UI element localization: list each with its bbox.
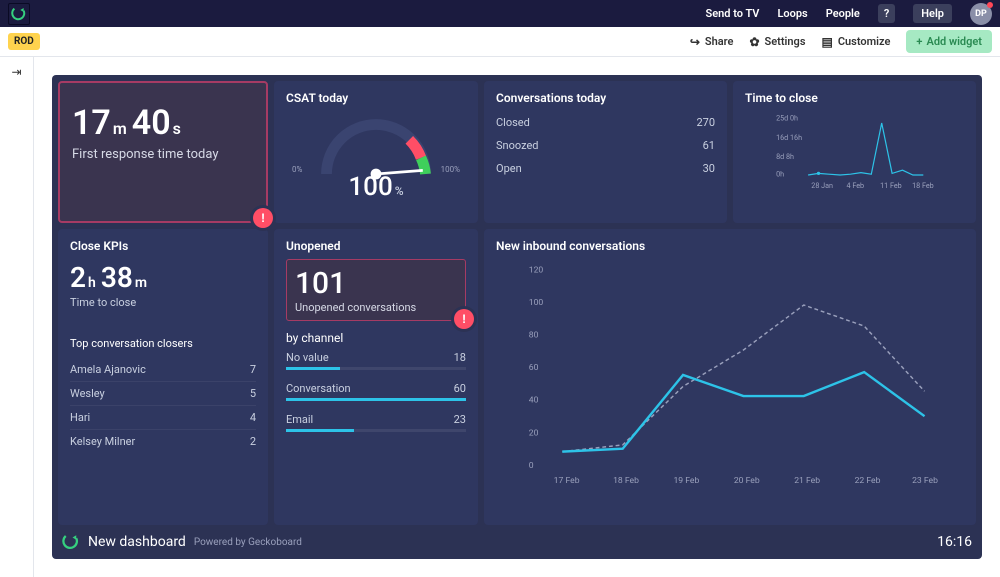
left-rail: ⇥ bbox=[0, 57, 34, 577]
svg-text:23 Feb: 23 Feb bbox=[912, 476, 938, 486]
dashboard-footer: New dashboard Powered by Geckoboard 16:1… bbox=[58, 531, 976, 553]
workspace-badge[interactable]: ROD bbox=[8, 33, 40, 50]
channel-bar: Email23 bbox=[286, 413, 466, 432]
closer-row: Kelsey Milner2 bbox=[70, 430, 256, 453]
svg-text:18 Feb: 18 Feb bbox=[613, 476, 639, 486]
closer-row: Hari4 bbox=[70, 406, 256, 430]
add-widget-button[interactable]: + Add widget bbox=[906, 30, 992, 53]
dashboard-name: New dashboard bbox=[88, 534, 186, 550]
layout-icon: ▤ bbox=[821, 35, 832, 49]
dashboard: 17 m 40 s First response time today ! CS… bbox=[52, 75, 982, 559]
svg-text:0: 0 bbox=[529, 461, 534, 471]
card-conversations-today[interactable]: Conversations today Closed270 Snoozed61 … bbox=[484, 81, 727, 223]
gear-icon: ✿ bbox=[749, 35, 759, 49]
app-logo[interactable] bbox=[8, 3, 30, 25]
add-widget-label: Add widget bbox=[926, 35, 982, 48]
plus-icon: + bbox=[916, 35, 922, 48]
stat-row: Closed270 bbox=[496, 111, 715, 134]
kpi-title: Close KPIs bbox=[70, 239, 256, 253]
nav-people[interactable]: People bbox=[826, 7, 860, 20]
alert-icon: ! bbox=[253, 208, 273, 228]
card-new-inbound[interactable]: New inbound conversations 120 100 80 60 … bbox=[484, 229, 976, 525]
avatar[interactable]: DP bbox=[970, 3, 992, 25]
svg-text:80: 80 bbox=[529, 331, 539, 341]
svg-text:100: 100 bbox=[529, 298, 544, 308]
svg-text:18 Feb: 18 Feb bbox=[912, 181, 934, 190]
customize-button[interactable]: ▤ Customize bbox=[821, 35, 890, 49]
share-label: Share bbox=[705, 35, 734, 48]
settings-label: Settings bbox=[765, 35, 806, 48]
channel-bar: No value18 bbox=[286, 351, 466, 370]
csat-value: 100 bbox=[348, 172, 392, 202]
svg-text:17 Feb: 17 Feb bbox=[554, 476, 580, 486]
csat-title: CSAT today bbox=[286, 91, 466, 105]
kpi-hours: 2 bbox=[70, 261, 86, 294]
unop-subtitle: Unopened conversations bbox=[295, 301, 457, 314]
geckoboard-logo-icon bbox=[62, 533, 80, 551]
toolbar: ROD ↪ Share ✿ Settings ▤ Customize + Add… bbox=[0, 27, 1000, 57]
card-time-to-close-mini[interactable]: Time to close 25d 0h 16d 16h 8d 8h 0h 28… bbox=[733, 81, 976, 223]
card-first-response-time[interactable]: 17 m 40 s First response time today ! bbox=[58, 81, 268, 223]
svg-text:0h: 0h bbox=[776, 170, 784, 179]
svg-text:20 Feb: 20 Feb bbox=[734, 476, 760, 486]
card-csat[interactable]: CSAT today 0% 100% bbox=[274, 81, 478, 223]
ttc-mini-chart: 25d 0h 16d 16h 8d 8h 0h 28 Jan 4 Feb 11 … bbox=[745, 111, 964, 191]
svg-text:25d 0h: 25d 0h bbox=[776, 114, 798, 123]
unop-title: Unopened bbox=[286, 239, 466, 253]
topbar: Send to TV Loops People ? Help DP bbox=[0, 0, 1000, 27]
svg-text:4 Feb: 4 Feb bbox=[847, 181, 865, 190]
frt-value-seconds: 40 bbox=[132, 103, 171, 143]
inbound-title: New inbound conversations bbox=[496, 239, 964, 253]
closer-row: Wesley5 bbox=[70, 382, 256, 406]
frt-unit-minutes: m bbox=[113, 119, 127, 138]
stat-row: Snoozed61 bbox=[496, 134, 715, 157]
svg-text:21 Feb: 21 Feb bbox=[794, 476, 820, 486]
svg-text:22 Feb: 22 Feb bbox=[855, 476, 881, 486]
frt-unit-seconds: s bbox=[173, 119, 181, 138]
ttc-title: Time to close bbox=[745, 91, 964, 105]
powered-by: Powered by Geckoboard bbox=[194, 537, 302, 548]
card-unopened[interactable]: Unopened 101 Unopened conversations ! by… bbox=[274, 229, 478, 525]
unop-value: 101 bbox=[295, 266, 457, 301]
frt-value-minutes: 17 bbox=[72, 103, 111, 143]
card-close-kpis[interactable]: Close KPIs 2 h 38 m Time to close Top co… bbox=[58, 229, 268, 525]
kpi-minutes: 38 bbox=[101, 261, 133, 294]
channel-bar: Conversation60 bbox=[286, 382, 466, 401]
share-icon: ↪ bbox=[690, 35, 700, 49]
expand-rail-icon[interactable]: ⇥ bbox=[11, 65, 21, 79]
svg-text:20: 20 bbox=[529, 428, 539, 438]
svg-text:40: 40 bbox=[529, 396, 539, 406]
help-button[interactable]: Help bbox=[913, 4, 952, 23]
clock: 16:16 bbox=[937, 534, 972, 550]
help-question-button[interactable]: ? bbox=[878, 4, 895, 23]
svg-text:19 Feb: 19 Feb bbox=[673, 476, 699, 486]
settings-button[interactable]: ✿ Settings bbox=[749, 35, 805, 49]
share-button[interactable]: ↪ Share bbox=[690, 35, 734, 49]
closer-row: Amela Ajanovic7 bbox=[70, 358, 256, 382]
inbound-chart: 120 100 80 60 40 20 0 17 Feb 18 Feb 19 F bbox=[496, 259, 964, 489]
svg-text:8d 8h: 8d 8h bbox=[776, 152, 794, 161]
csat-unit: % bbox=[395, 184, 404, 198]
closers-section-title: Top conversation closers bbox=[70, 337, 256, 350]
svg-text:120: 120 bbox=[529, 265, 544, 275]
kpi-subtitle: Time to close bbox=[70, 296, 256, 309]
frt-label: First response time today bbox=[72, 147, 254, 162]
alert-icon: ! bbox=[454, 309, 474, 329]
conv-title: Conversations today bbox=[496, 91, 715, 105]
svg-text:11 Feb: 11 Feb bbox=[880, 181, 902, 190]
nav-send-to-tv[interactable]: Send to TV bbox=[706, 7, 760, 20]
svg-text:28 Jan: 28 Jan bbox=[811, 181, 833, 190]
svg-text:60: 60 bbox=[529, 363, 539, 373]
by-channel-title: by channel bbox=[286, 331, 466, 345]
stat-row: Open30 bbox=[496, 157, 715, 180]
svg-text:16d 16h: 16d 16h bbox=[776, 133, 802, 142]
customize-label: Customize bbox=[838, 35, 891, 48]
nav-loops[interactable]: Loops bbox=[777, 7, 807, 20]
